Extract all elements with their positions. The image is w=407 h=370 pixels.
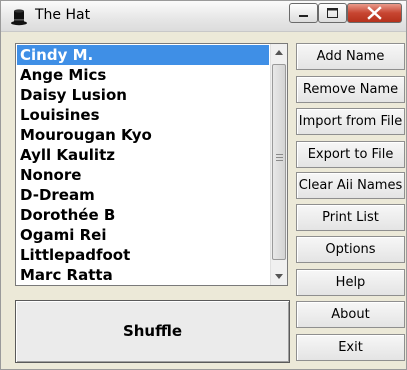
scroll-down-button[interactable] <box>271 268 287 285</box>
grip-line <box>276 157 283 158</box>
chevron-up-icon <box>275 50 283 55</box>
list-item[interactable]: Littlepadfoot <box>17 245 269 265</box>
grip-line <box>276 160 283 161</box>
grip-line <box>276 154 283 155</box>
list-item[interactable]: Ogami Rei <box>17 225 269 245</box>
print-list-button[interactable]: Print List <box>296 204 405 231</box>
remove-name-button[interactable]: Remove Name <box>296 76 405 103</box>
list-item[interactable]: Louisines <box>17 105 269 125</box>
help-button[interactable]: Help <box>296 269 405 296</box>
maximize-icon <box>327 8 338 18</box>
about-button[interactable]: About <box>296 301 405 328</box>
clear-all-names-button[interactable]: Clear Aii Names <box>296 172 405 199</box>
list-item[interactable]: Cindy M. <box>17 45 269 65</box>
list-item[interactable]: Dorothée B <box>17 205 269 225</box>
options-button[interactable]: Options <box>296 236 405 263</box>
import-from-file-button[interactable]: Import from File <box>296 108 405 135</box>
close-button[interactable] <box>347 3 402 23</box>
vertical-scrollbar[interactable] <box>270 44 287 285</box>
minimize-button[interactable] <box>289 3 318 23</box>
list-item[interactable]: Mourougan Kyo <box>17 125 269 145</box>
scrollbar-thumb[interactable] <box>272 64 286 260</box>
list-item[interactable]: D-Dream <box>17 185 269 205</box>
names-listbox[interactable]: Cindy M. Ange Mics Daisy Lusion Louisine… <box>15 43 288 286</box>
top-hat-icon <box>10 8 28 26</box>
shuffle-button[interactable]: Shuffle <box>15 300 290 363</box>
exit-button[interactable]: Exit <box>296 334 405 361</box>
window-title: The Hat <box>35 7 91 23</box>
list-item[interactable]: Nonore <box>17 165 269 185</box>
maximize-button[interactable] <box>318 3 347 23</box>
list-item[interactable]: Ayll Kaulitz <box>17 145 269 165</box>
app-window: The Hat Cindy M. Ange Mics Daisy Lusion … <box>0 0 407 370</box>
minimize-icon <box>299 15 308 17</box>
list-item[interactable]: Marc Ratta <box>17 265 269 285</box>
names-list: Cindy M. Ange Mics Daisy Lusion Louisine… <box>17 45 269 285</box>
scroll-up-button[interactable] <box>271 44 287 61</box>
add-name-button[interactable]: Add Name <box>296 43 405 70</box>
export-to-file-button[interactable]: Export to File <box>296 141 405 168</box>
chevron-down-icon <box>275 274 283 279</box>
close-icon <box>367 6 382 20</box>
list-item[interactable]: Ange Mics <box>17 65 269 85</box>
list-item[interactable]: Daisy Lusion <box>17 85 269 105</box>
title-bar[interactable]: The Hat <box>1 1 406 32</box>
